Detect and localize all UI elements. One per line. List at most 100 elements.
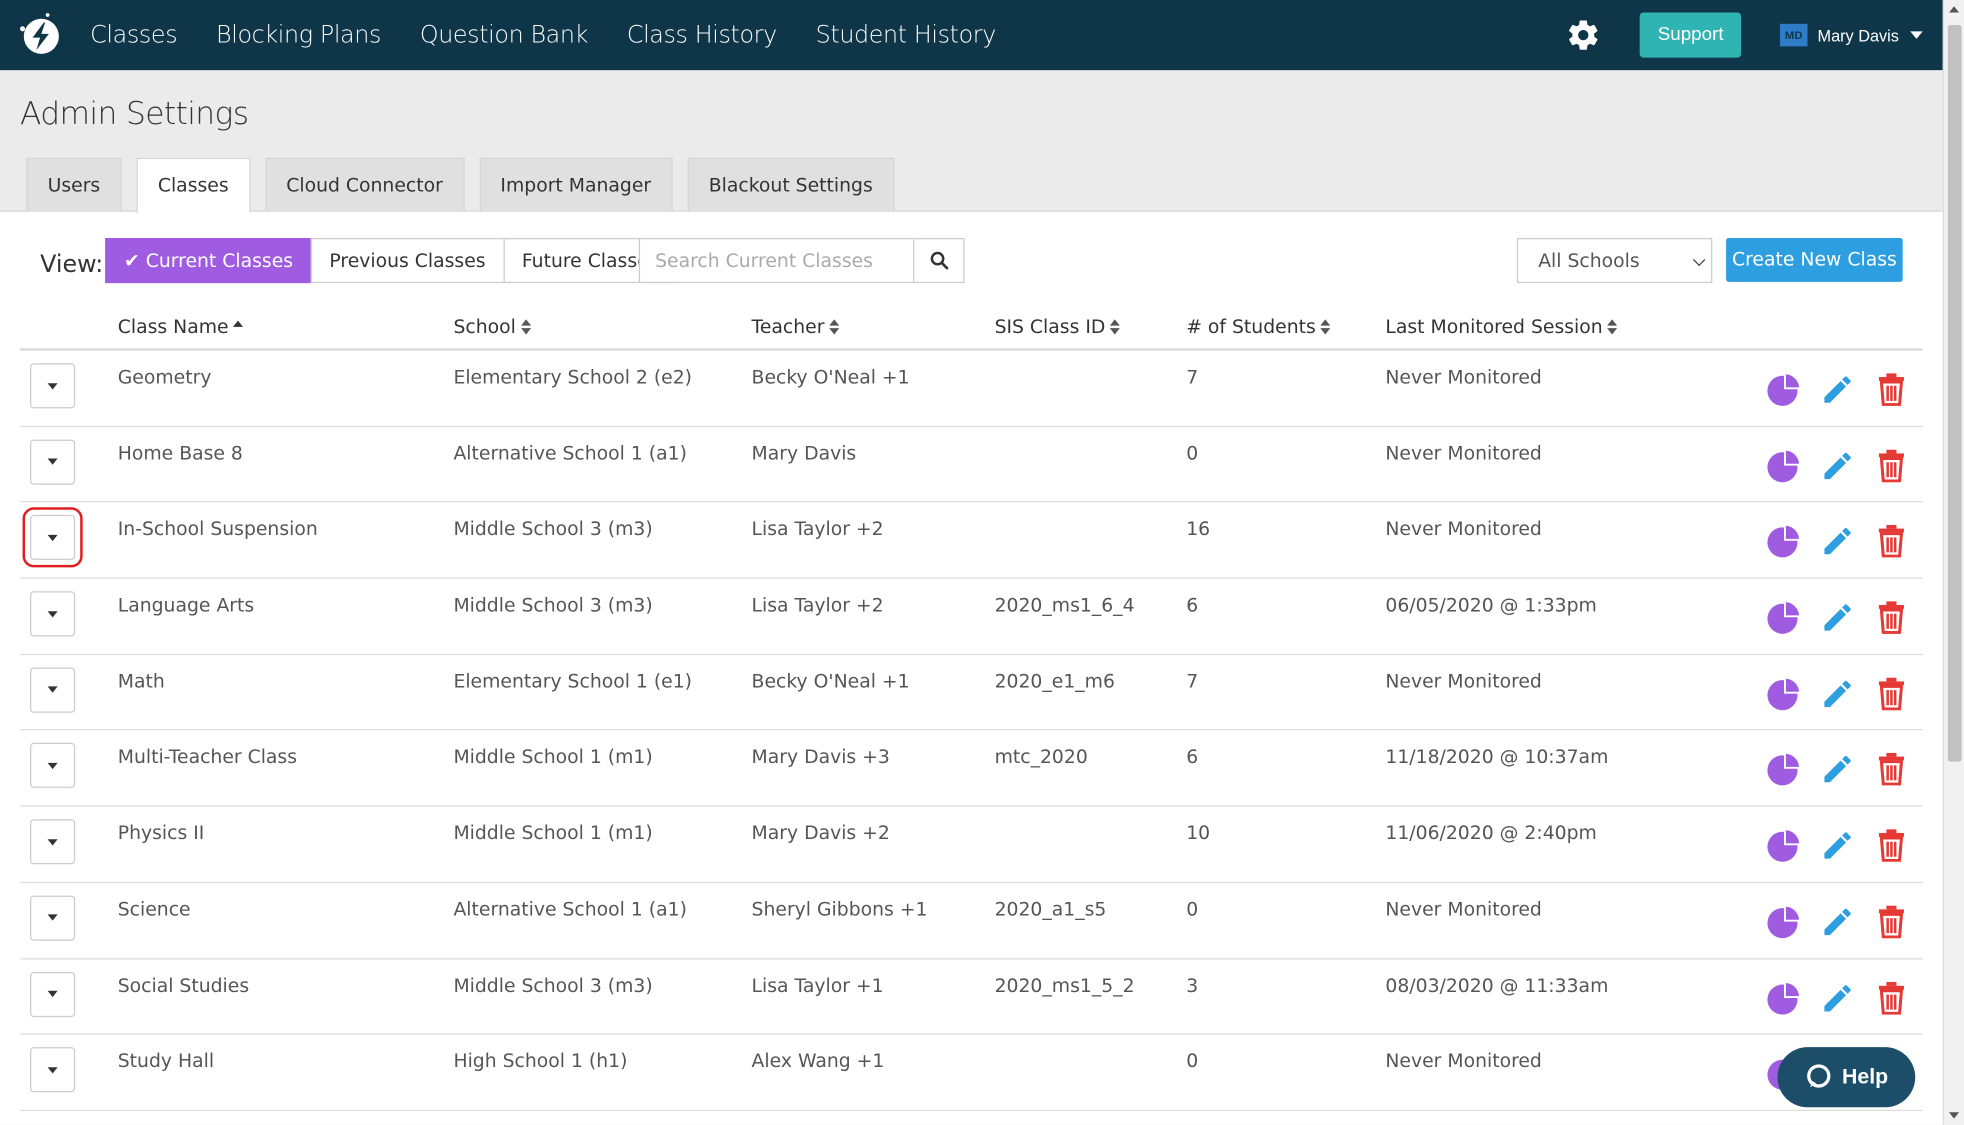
user-name: Mary Davis xyxy=(1817,25,1899,45)
pie-chart-icon[interactable] xyxy=(1765,447,1803,485)
trash-icon[interactable] xyxy=(1873,903,1911,941)
help-button[interactable]: Help xyxy=(1777,1047,1916,1108)
caret-down-icon xyxy=(47,610,58,617)
sort-icon xyxy=(1320,319,1331,335)
nav-class-history[interactable]: Class History xyxy=(627,21,777,49)
table-row: Home Base 8 Alternative School 1 (a1) Mary… xyxy=(20,427,1923,503)
search-button[interactable] xyxy=(914,237,965,284)
search-input[interactable] xyxy=(638,237,915,284)
tab-users[interactable]: Users xyxy=(26,157,122,212)
pie-chart-icon[interactable] xyxy=(1765,751,1803,789)
lightning-logo-icon[interactable] xyxy=(15,10,65,60)
expand-row-button[interactable] xyxy=(30,895,76,941)
cell-last: 11/18/2020 @ 10:37am xyxy=(1385,745,1609,769)
column-sis-label: SIS Class ID xyxy=(994,315,1106,339)
column-class-name[interactable]: Class Name xyxy=(118,316,244,338)
trash-icon[interactable] xyxy=(1873,599,1911,637)
pencil-icon[interactable] xyxy=(1819,827,1857,865)
nav-blocking-plans[interactable]: Blocking Plans xyxy=(216,21,381,49)
trash-icon[interactable] xyxy=(1873,371,1911,409)
cell-name: Multi-Teacher Class xyxy=(117,745,298,769)
cell-name: Study Hall xyxy=(117,1049,215,1073)
nav-question-bank[interactable]: Question Bank xyxy=(420,21,589,49)
trash-icon[interactable] xyxy=(1873,675,1911,713)
pencil-icon[interactable] xyxy=(1819,371,1857,409)
expand-row-button[interactable] xyxy=(30,439,76,485)
pie-chart-icon[interactable] xyxy=(1765,523,1803,561)
expand-row-button[interactable] xyxy=(30,591,76,637)
chat-bubble-icon xyxy=(1806,1064,1830,1088)
previous-classes-button[interactable]: Previous Classes xyxy=(310,237,505,284)
cell-name: Physics II xyxy=(117,821,205,845)
expand-row-button[interactable] xyxy=(22,507,83,568)
trash-icon[interactable] xyxy=(1873,523,1911,561)
pie-chart-icon[interactable] xyxy=(1765,599,1803,637)
pencil-icon[interactable] xyxy=(1819,979,1857,1017)
pencil-icon[interactable] xyxy=(1819,751,1857,789)
nav-classes[interactable]: Classes xyxy=(90,21,177,49)
cell-teacher: Sheryl Gibbons +1 xyxy=(751,897,928,921)
vertical-scrollbar[interactable] xyxy=(1942,0,1964,1125)
expand-row-button[interactable] xyxy=(30,1047,76,1093)
trash-icon[interactable] xyxy=(1873,751,1911,789)
expand-row-button[interactable] xyxy=(30,743,76,789)
caret-down-icon xyxy=(47,762,58,770)
scroll-thumb[interactable] xyxy=(1947,25,1962,762)
trash-icon[interactable] xyxy=(1873,979,1911,1017)
pie-chart-icon[interactable] xyxy=(1765,675,1803,713)
tab-cloud-connector[interactable]: Cloud Connector xyxy=(264,157,465,212)
row-actions xyxy=(1765,751,1927,789)
trash-icon[interactable] xyxy=(1873,447,1911,485)
pencil-icon[interactable] xyxy=(1819,903,1857,941)
view-toggle: ✔ Current Classes Previous Classes Futur… xyxy=(105,237,678,284)
school-filter-select[interactable]: All Schools xyxy=(1516,237,1713,284)
trash-icon[interactable] xyxy=(1873,827,1911,865)
table-row: Study Hall High School 1 (h1) Alex Wang +1… xyxy=(20,1035,1923,1111)
tab-blackout-settings[interactable]: Blackout Settings xyxy=(687,157,895,212)
cell-school: Middle School 3 (m3) xyxy=(453,517,653,541)
sort-icon xyxy=(1607,319,1618,335)
cell-students: 3 xyxy=(1186,973,1199,997)
pie-chart-icon[interactable] xyxy=(1765,903,1803,941)
pie-chart-icon[interactable] xyxy=(1765,979,1803,1017)
pencil-icon[interactable] xyxy=(1819,523,1857,561)
expand-row-button[interactable] xyxy=(30,667,76,713)
pencil-icon[interactable] xyxy=(1819,599,1857,637)
scroll-up-icon[interactable] xyxy=(1949,6,1960,13)
cell-last: 08/03/2020 @ 11:33am xyxy=(1385,973,1609,997)
column-school[interactable]: School xyxy=(453,316,531,338)
support-button[interactable]: Support xyxy=(1640,12,1742,58)
column-teacher[interactable]: Teacher xyxy=(752,316,840,338)
pie-chart-icon[interactable] xyxy=(1765,827,1803,865)
cell-students: 7 xyxy=(1186,669,1199,693)
cell-sis: 2020_ms1_5_2 xyxy=(994,973,1135,997)
user-menu[interactable]: MD Mary Davis xyxy=(1779,23,1923,47)
gear-icon[interactable] xyxy=(1565,16,1603,54)
nav-student-history[interactable]: Student History xyxy=(816,21,997,49)
tab-import-manager[interactable]: Import Manager xyxy=(479,157,673,212)
column-students[interactable]: # of Students xyxy=(1186,315,1331,339)
pencil-icon[interactable] xyxy=(1819,675,1857,713)
column-sis-class-id[interactable]: SIS Class ID xyxy=(994,315,1121,339)
pencil-icon[interactable] xyxy=(1819,447,1857,485)
classes-table: Class Name School Teacher SIS Class ID #… xyxy=(20,301,1923,1111)
chevron-down-icon xyxy=(1692,253,1706,267)
table-row: Social Studies Middle School 3 (m3) Lisa T… xyxy=(20,959,1923,1035)
column-last-monitored[interactable]: Last Monitored Session xyxy=(1385,316,1618,338)
expand-row-button[interactable] xyxy=(30,971,76,1017)
create-new-class-button[interactable]: Create New Class xyxy=(1726,237,1903,282)
current-classes-button[interactable]: ✔ Current Classes xyxy=(105,237,312,284)
expand-row-button[interactable] xyxy=(30,819,76,865)
cell-name: Home Base 8 xyxy=(117,441,243,465)
scroll-down-icon[interactable] xyxy=(1949,1112,1960,1119)
caret-down-icon xyxy=(47,382,58,389)
row-actions xyxy=(1765,523,1927,561)
cell-students: 0 xyxy=(1186,441,1199,465)
tab-classes[interactable]: Classes xyxy=(136,157,250,213)
school-filter-value: All Schools xyxy=(1538,249,1640,272)
pie-chart-icon[interactable] xyxy=(1765,371,1803,409)
column-students-label: # of Students xyxy=(1186,315,1316,339)
cell-school: Elementary School 2 (e2) xyxy=(453,365,693,389)
expand-row-button[interactable] xyxy=(30,363,76,409)
row-actions xyxy=(1765,599,1927,637)
